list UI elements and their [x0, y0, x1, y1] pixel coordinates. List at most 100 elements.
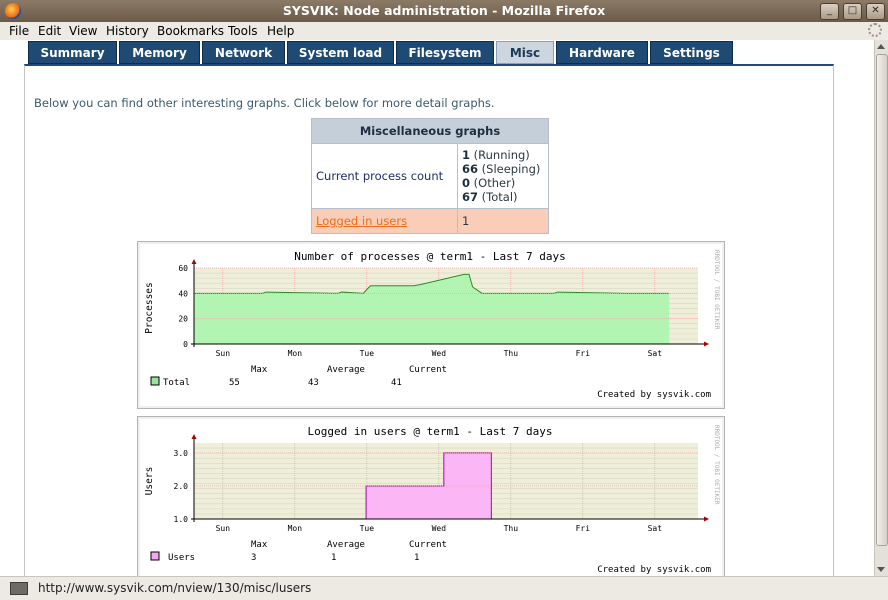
window-titlebar: SYSVIK: Node administration - Mozilla Fi… — [0, 0, 888, 22]
processes-legend-swatch — [150, 376, 160, 386]
tab-misc[interactable]: Misc — [496, 41, 554, 64]
tab-system-load[interactable]: System load — [287, 41, 394, 64]
vertical-scrollbar[interactable] — [874, 40, 888, 576]
processes-legend-max: 55 — [229, 378, 240, 388]
processes-rrdtool-credit: RRDTOOL / TOBI OETIKER — [713, 250, 720, 330]
processes-legend-current: 41 — [391, 378, 402, 388]
tab-hardware[interactable]: Hardware — [556, 41, 648, 64]
tab-settings[interactable]: Settings — [650, 41, 733, 64]
processes-credit: Created by sysvik.com — [597, 390, 711, 400]
misc-graphs-table: Miscellaneous graphs Current process cou… — [311, 118, 549, 234]
tab-network[interactable]: Network — [202, 41, 285, 64]
total-count: 67 — [462, 190, 479, 204]
logged-users-value: 1 — [457, 208, 549, 234]
users-legend-current: 1 — [414, 553, 419, 563]
intro-text: Below you can find other interesting gra… — [34, 96, 495, 110]
processes-legend-average-header: Average — [327, 365, 365, 375]
processes-legend-series: Total — [163, 378, 190, 388]
minimize-icon[interactable]: _ — [820, 3, 839, 20]
users-plot: 1.0 2.0 3.0 Sun Mon Tue Wed Thu Fri Sat — [174, 434, 709, 533]
users-x-tick-label: Tue — [360, 524, 375, 533]
throbber-icon — [868, 23, 882, 37]
processes-chart-title: Number of processes @ term1 - Last 7 day… — [294, 250, 566, 263]
process-count-values: 1 (Running) 66 (Sleeping) 0 (Other) 67 (… — [457, 143, 549, 209]
scrollbar-thumb[interactable] — [876, 54, 888, 546]
status-bar: http://www.sysvik.com/nview/130/misc/lus… — [0, 576, 888, 600]
users-rrdtool-credit: RRDTOOL / TOBI OETIKER — [713, 425, 720, 505]
process-count-label: Current process count — [311, 143, 458, 209]
menu-edit[interactable]: Edit — [38, 24, 61, 38]
users-legend-max: 3 — [251, 553, 256, 563]
page-viewport: Summary Memory Network System load Files… — [0, 40, 874, 576]
tab-summary[interactable]: Summary — [28, 41, 117, 64]
menu-bar: File Edit View History Bookmarks Tools H… — [0, 22, 888, 40]
users-chart-svg: Logged in users @ term1 - Last 7 days Us… — [144, 425, 720, 575]
users-y-tick-label: 3.0 — [174, 449, 189, 458]
users-legend-swatch — [150, 551, 160, 561]
users-x-tick-label: Sun — [216, 524, 231, 533]
users-chart-title: Logged in users @ term1 - Last 7 days — [307, 425, 552, 438]
users-y-axis-arrow-icon — [191, 434, 197, 439]
users-legend-max-header: Max — [251, 540, 268, 550]
users-x-tick-label: Mon — [288, 524, 303, 533]
processes-x-tick-label: Thu — [504, 349, 519, 358]
tab-memory[interactable]: Memory — [119, 41, 200, 64]
users-y-tick-label: 1.0 — [174, 515, 189, 524]
menu-file[interactable]: File — [9, 24, 29, 38]
menu-history[interactable]: History — [106, 24, 149, 38]
logged-users-link[interactable]: Logged in users — [316, 214, 407, 228]
menu-help[interactable]: Help — [267, 24, 294, 38]
scroll-down-icon[interactable] — [877, 567, 885, 572]
users-y-tick-label: 2.0 — [174, 482, 189, 491]
close-icon[interactable]: ✕ — [866, 3, 885, 20]
sleeping-count: 66 — [462, 162, 479, 176]
processes-y-axis-arrow-icon — [191, 259, 197, 264]
tab-filesystem[interactable]: Filesystem — [396, 41, 494, 64]
users-x-tick-label: Fri — [576, 524, 591, 533]
window-title: SYSVIK: Node administration - Mozilla Fi… — [282, 3, 606, 18]
users-credit: Created by sysvik.com — [597, 565, 711, 575]
processes-x-tick-label: Tue — [360, 349, 375, 358]
users-x-axis-arrow-icon — [704, 516, 709, 522]
processes-y-tick-label: 0 — [183, 340, 188, 349]
users-legend-average-header: Average — [327, 540, 365, 550]
running-count: 1 — [462, 148, 471, 162]
processes-x-tick-label: Fri — [576, 349, 591, 358]
running-label: (Running) — [473, 148, 530, 162]
maximize-icon[interactable]: □ — [843, 3, 862, 20]
processes-legend-max-header: Max — [251, 365, 268, 375]
misc-table-header: Miscellaneous graphs — [311, 118, 549, 144]
processes-legend-current-header: Current — [409, 365, 447, 375]
processes-y-axis-label: Processes — [144, 282, 155, 333]
processes-x-axis-arrow-icon — [704, 341, 709, 347]
total-label: (Total) — [481, 190, 518, 204]
menu-tools[interactable]: Tools — [228, 24, 258, 38]
sleeping-label: (Sleeping) — [481, 162, 541, 176]
processes-chart-svg: Number of processes @ term1 - Last 7 day… — [144, 250, 720, 400]
menu-bookmarks[interactable]: Bookmarks — [157, 24, 224, 38]
users-legend-average: 1 — [331, 553, 336, 563]
other-count: 0 — [462, 176, 471, 190]
processes-x-tick-label: Mon — [288, 349, 303, 358]
menu-view[interactable]: View — [69, 24, 97, 38]
scroll-up-icon[interactable] — [877, 44, 885, 49]
users-y-axis-label: Users — [144, 467, 155, 496]
processes-x-tick-label: Sun — [216, 349, 231, 358]
processes-graph[interactable]: Number of processes @ term1 - Last 7 day… — [137, 241, 725, 409]
processes-x-tick-label: Sat — [648, 349, 663, 358]
users-x-tick-label: Wed — [432, 524, 447, 533]
users-x-tick-label: Thu — [504, 524, 519, 533]
processes-y-tick-label: 60 — [178, 264, 188, 273]
processes-plot: 0 20 40 60 Sun Mon Tue Wed Thu Fri Sat — [178, 259, 709, 358]
users-x-tick-label: Sat — [648, 524, 663, 533]
processes-y-tick-label: 40 — [178, 289, 188, 298]
users-legend-series: Users — [168, 553, 195, 563]
users-legend-current-header: Current — [409, 540, 447, 550]
other-label: (Other) — [473, 176, 516, 190]
processes-y-tick-label: 20 — [178, 315, 188, 324]
status-url: http://www.sysvik.com/nview/130/misc/lus… — [38, 581, 312, 595]
users-graph[interactable]: Logged in users @ term1 - Last 7 days Us… — [137, 416, 725, 576]
connection-icon — [10, 582, 28, 595]
processes-x-tick-label: Wed — [432, 349, 447, 358]
logged-users-cell: Logged in users — [311, 208, 458, 234]
